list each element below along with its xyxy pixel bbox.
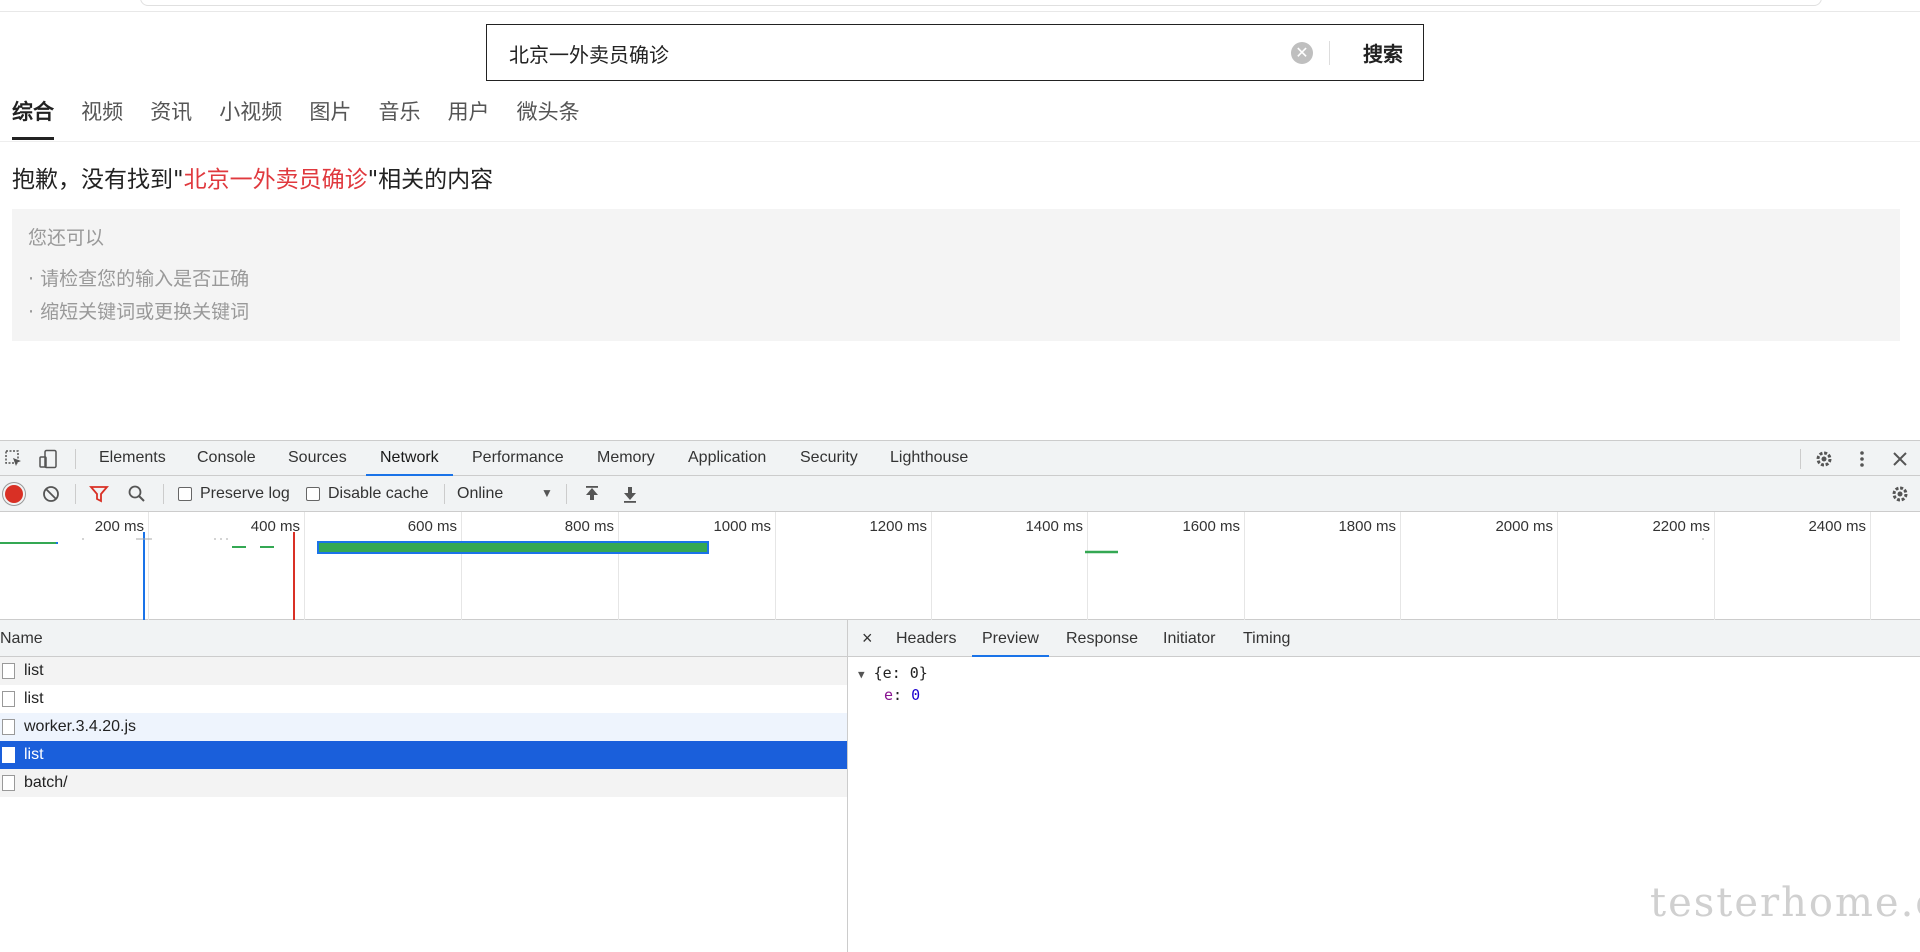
request-row[interactable]: batch/ — [0, 769, 847, 797]
browser-top-strip — [0, 0, 1920, 12]
suggestions-title: 您还可以 — [28, 227, 105, 249]
address-bar-edge — [140, 0, 1822, 6]
import-har-icon[interactable] — [582, 484, 602, 504]
tab-music[interactable]: 音乐 — [378, 96, 420, 140]
toolbar-separator — [75, 484, 76, 504]
no-results-keyword: 北京一外卖员确诊 — [183, 167, 368, 193]
tab-preview[interactable]: Preview — [972, 620, 1049, 657]
suggestion-item: · 请检查您的输入是否正确 — [28, 268, 250, 290]
file-icon — [2, 663, 15, 679]
tab-all[interactable]: 综合 — [12, 96, 54, 140]
json-preview: ▼ {e: 0} e: 0 — [858, 664, 928, 704]
no-results-suffix: "相关的内容 — [367, 167, 494, 193]
disable-cache-checkbox[interactable] — [306, 487, 320, 501]
tab-images[interactable]: 图片 — [309, 96, 351, 140]
devtools-panel: Elements Console Sources Network Perform… — [0, 440, 1920, 952]
more-options-icon[interactable] — [1852, 449, 1872, 469]
request-name: batch/ — [24, 774, 68, 791]
throttling-select[interactable]: Online — [457, 476, 503, 511]
tab-news[interactable]: 资讯 — [150, 96, 192, 140]
request-row[interactable]: list — [0, 657, 847, 685]
chevron-down-icon[interactable]: ▼ — [541, 476, 553, 511]
detail-tabbar: × Headers Preview Response Initiator Tim… — [848, 620, 1920, 657]
file-icon — [2, 775, 15, 791]
clear-icon[interactable]: ✕ — [1291, 42, 1313, 64]
tab-application[interactable]: Application — [688, 441, 766, 475]
inspect-element-icon[interactable] — [4, 449, 24, 469]
search-box: ✕ 搜索 — [486, 24, 1424, 81]
preserve-log-label: Preserve log — [200, 485, 290, 502]
search-divider — [1329, 41, 1330, 65]
tab-memory[interactable]: Memory — [597, 441, 655, 475]
file-icon — [2, 691, 15, 707]
request-name: list — [24, 690, 44, 707]
tab-performance[interactable]: Performance — [472, 441, 564, 475]
disable-cache-label: Disable cache — [328, 485, 429, 502]
json-summary: {e: 0} — [873, 664, 928, 682]
tab-console[interactable]: Console — [197, 441, 256, 475]
tab-sources[interactable]: Sources — [288, 441, 347, 475]
request-name: worker.3.4.20.js — [24, 718, 137, 735]
category-tabs: 综合 视频 资讯 小视频 图片 音乐 用户 微头条 — [12, 96, 602, 142]
toolbar-separator — [566, 484, 567, 504]
preserve-log-checkbox[interactable] — [178, 487, 192, 501]
tab-headers[interactable]: Headers — [896, 620, 956, 657]
tab-network[interactable]: Network — [366, 441, 453, 476]
tab-video[interactable]: 视频 — [81, 96, 123, 140]
suggestions-panel: 您还可以 · 请检查您的输入是否正确 · 缩短关键词或更换关键词 — [12, 209, 1900, 341]
close-detail-icon[interactable]: × — [862, 620, 873, 657]
watermark: testerhome.com — [1650, 880, 1920, 926]
network-settings-icon[interactable] — [1890, 484, 1910, 504]
record-icon[interactable] — [5, 485, 23, 503]
request-name: list — [24, 746, 44, 763]
tab-short-video[interactable]: 小视频 — [219, 96, 282, 140]
tab-lighthouse[interactable]: Lighthouse — [890, 441, 968, 475]
device-toolbar-icon[interactable] — [38, 449, 58, 469]
request-row[interactable]: list — [0, 685, 847, 713]
request-row-selected[interactable]: list — [0, 741, 847, 769]
timeline-bars — [0, 532, 1704, 620]
tab-micro-posts[interactable]: 微头条 — [517, 96, 580, 140]
json-key: e — [884, 686, 894, 704]
tabbar-separator — [75, 449, 76, 469]
toolbar-separator — [163, 484, 164, 504]
suggestion-item: · 缩短关键词或更换关键词 — [28, 301, 250, 323]
tab-initiator[interactable]: Initiator — [1163, 620, 1215, 657]
tab-response[interactable]: Response — [1066, 620, 1138, 657]
search-icon[interactable] — [127, 484, 147, 504]
tab-elements[interactable]: Elements — [99, 441, 166, 475]
expand-triangle-icon[interactable]: ▼ — [858, 668, 865, 681]
close-devtools-icon[interactable] — [1890, 449, 1910, 469]
file-icon — [2, 719, 15, 735]
no-results-message: 抱歉，没有找到"北京一外卖员确诊"相关的内容 — [12, 160, 493, 194]
tab-users[interactable]: 用户 — [448, 96, 490, 140]
toolbar-separator — [444, 484, 445, 504]
search-input[interactable] — [507, 25, 1291, 81]
request-row[interactable]: worker.3.4.20.js — [0, 713, 847, 741]
settings-gear-icon[interactable] — [1814, 449, 1834, 469]
tab-timing[interactable]: Timing — [1243, 620, 1290, 657]
network-toolbar: Preserve log Disable cache Online ▼ — [0, 476, 1920, 512]
filter-icon[interactable] — [89, 484, 109, 504]
requests-list: Name list list worker.3.4.20.js list bat… — [0, 620, 848, 952]
tabbar-separator — [1800, 449, 1801, 469]
devtools-tabbar: Elements Console Sources Network Perform… — [0, 440, 1920, 476]
tabs-divider — [0, 141, 1920, 142]
clear-log-icon[interactable] — [41, 484, 61, 504]
search-button[interactable]: 搜索 — [1345, 25, 1421, 79]
network-overview-timeline[interactable]: 200 ms 400 ms 600 ms 800 ms 1000 ms 1200… — [0, 512, 1920, 620]
file-icon — [2, 747, 15, 763]
name-column-header[interactable]: Name — [0, 620, 847, 657]
no-results-prefix: 抱歉，没有找到" — [12, 167, 184, 193]
json-value: 0 — [911, 686, 921, 704]
export-har-icon[interactable] — [620, 484, 640, 504]
request-name: list — [24, 662, 44, 679]
tab-security[interactable]: Security — [800, 441, 858, 475]
